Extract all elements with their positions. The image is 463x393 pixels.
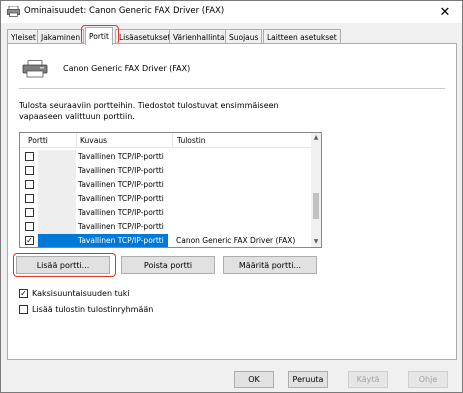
port-description-cell: Tavallinen TCP/IP-portti <box>78 194 164 203</box>
port-printer-cell <box>168 164 311 178</box>
column-header-printer[interactable]: Tulostin <box>177 136 206 145</box>
properties-dialog: Ominaisuudet: Canon Generic FAX Driver (… <box>0 0 463 393</box>
port-row[interactable]: Tavallinen TCP/IP-portti <box>20 164 311 178</box>
port-name-cell <box>38 192 76 206</box>
port-checkbox[interactable] <box>25 208 34 217</box>
port-row[interactable]: Tavallinen TCP/IP-portti <box>20 206 311 220</box>
port-description-cell: Tavallinen TCP/IP-portti <box>78 222 164 231</box>
port-name-cell <box>38 150 76 164</box>
tab-advanced[interactable]: Lisäasetukset <box>115 29 175 44</box>
printer-app-icon <box>7 6 20 17</box>
port-row[interactable]: Tavallinen TCP/IP-portti <box>20 178 311 192</box>
port-checkbox[interactable] <box>25 152 34 161</box>
port-row[interactable]: Tavallinen TCP/IP-portti <box>20 192 311 206</box>
divider <box>19 88 445 89</box>
port-printer-cell <box>168 192 311 206</box>
ok-button[interactable]: OK <box>234 371 274 388</box>
port-printer-cell: Canon Generic FAX Driver (FAX) <box>168 234 311 247</box>
apply-button[interactable]: Käytä <box>348 371 388 388</box>
tab-device-settings[interactable]: Laitteen asetukset <box>263 29 341 44</box>
port-checkbox[interactable] <box>25 222 34 231</box>
port-description-cell: Tavallinen TCP/IP-portti <box>78 180 164 189</box>
port-checkbox[interactable] <box>25 166 34 175</box>
scroll-up-icon[interactable]: ▲ <box>311 133 321 143</box>
port-description-cell: Tavallinen TCP/IP-portti <box>78 152 164 161</box>
scroll-thumb[interactable] <box>313 193 319 219</box>
ports-description: Tulosta seuraaviin portteihin. Tiedostot… <box>19 101 279 121</box>
port-name-cell <box>38 220 76 234</box>
port-name-cell <box>38 234 76 247</box>
port-description-cell: Tavallinen TCP/IP-portti <box>78 166 164 175</box>
printer-icon <box>22 60 48 78</box>
port-description-cell: Tavallinen TCP/IP-portti <box>76 234 168 247</box>
port-printer-cell <box>168 178 311 192</box>
printer-pooling-checkbox[interactable] <box>19 304 28 314</box>
port-row[interactable]: Tavallinen TCP/IP-portti <box>20 150 311 164</box>
window-title: Ominaisuudet: Canon Generic FAX Driver (… <box>24 6 225 16</box>
port-name-cell <box>38 178 76 192</box>
port-printer-cell <box>168 220 311 234</box>
printer-pooling-option[interactable]: Lisää tulostin tulostinryhmään <box>19 303 153 315</box>
ports-panel: Canon Generic FAX Driver (FAX) Tulosta s… <box>7 43 457 360</box>
tab-security[interactable]: Suojaus <box>225 29 263 44</box>
tab-general[interactable]: Yleiset <box>7 29 40 44</box>
printer-name: Canon Generic FAX Driver (FAX) <box>63 64 191 73</box>
port-row[interactable]: Tavallinen TCP/IP-portti <box>20 220 311 234</box>
column-header-port[interactable]: Portti <box>28 136 48 145</box>
cancel-button[interactable]: Peruuta <box>288 371 328 388</box>
port-list-scrollbar[interactable]: ▲ ▼ <box>311 133 321 247</box>
port-checkbox-checked[interactable]: ✓ <box>25 236 34 245</box>
close-button[interactable]: ✕ <box>428 1 462 23</box>
configure-port-button[interactable]: Määritä portti... <box>223 256 317 274</box>
port-checkbox[interactable] <box>25 180 34 189</box>
delete-port-button[interactable]: Poista portti <box>121 256 215 274</box>
port-row-selected[interactable]: ✓ Tavallinen TCP/IP-portti Canon Generic… <box>20 234 311 247</box>
column-separator <box>76 133 77 148</box>
bidirectional-support-checkbox[interactable]: ✓ <box>19 288 28 298</box>
port-name-cell <box>38 206 76 220</box>
close-icon: ✕ <box>439 4 451 20</box>
bidirectional-support-label: Kaksisuuntaisuuden tuki <box>32 288 130 298</box>
tab-color-management[interactable]: Värienhallinta <box>169 29 229 44</box>
add-port-button[interactable]: Lisää portti... <box>16 256 110 274</box>
port-description-cell: Tavallinen TCP/IP-portti <box>78 208 164 217</box>
column-separator <box>172 133 173 148</box>
port-printer-cell <box>168 206 311 220</box>
help-button[interactable]: Ohje <box>408 371 448 388</box>
column-header-description[interactable]: Kuvaus <box>80 136 107 145</box>
port-list[interactable]: Portti Kuvaus Tulostin Tavallinen TCP/IP… <box>19 132 322 248</box>
tab-ports[interactable]: Portit <box>85 27 113 45</box>
bidirectional-support-option[interactable]: ✓ Kaksisuuntaisuuden tuki <box>19 287 130 299</box>
port-printer-cell <box>168 150 311 164</box>
port-list-header: Portti Kuvaus Tulostin <box>20 133 311 148</box>
port-name-cell <box>38 164 76 178</box>
scroll-down-icon[interactable]: ▼ <box>311 237 321 247</box>
printer-pooling-label: Lisää tulostin tulostinryhmään <box>32 304 154 314</box>
tab-sharing[interactable]: Jakaminen <box>37 29 85 44</box>
port-checkbox[interactable] <box>25 194 34 203</box>
title-bar: Ominaisuudet: Canon Generic FAX Driver (… <box>1 1 462 23</box>
